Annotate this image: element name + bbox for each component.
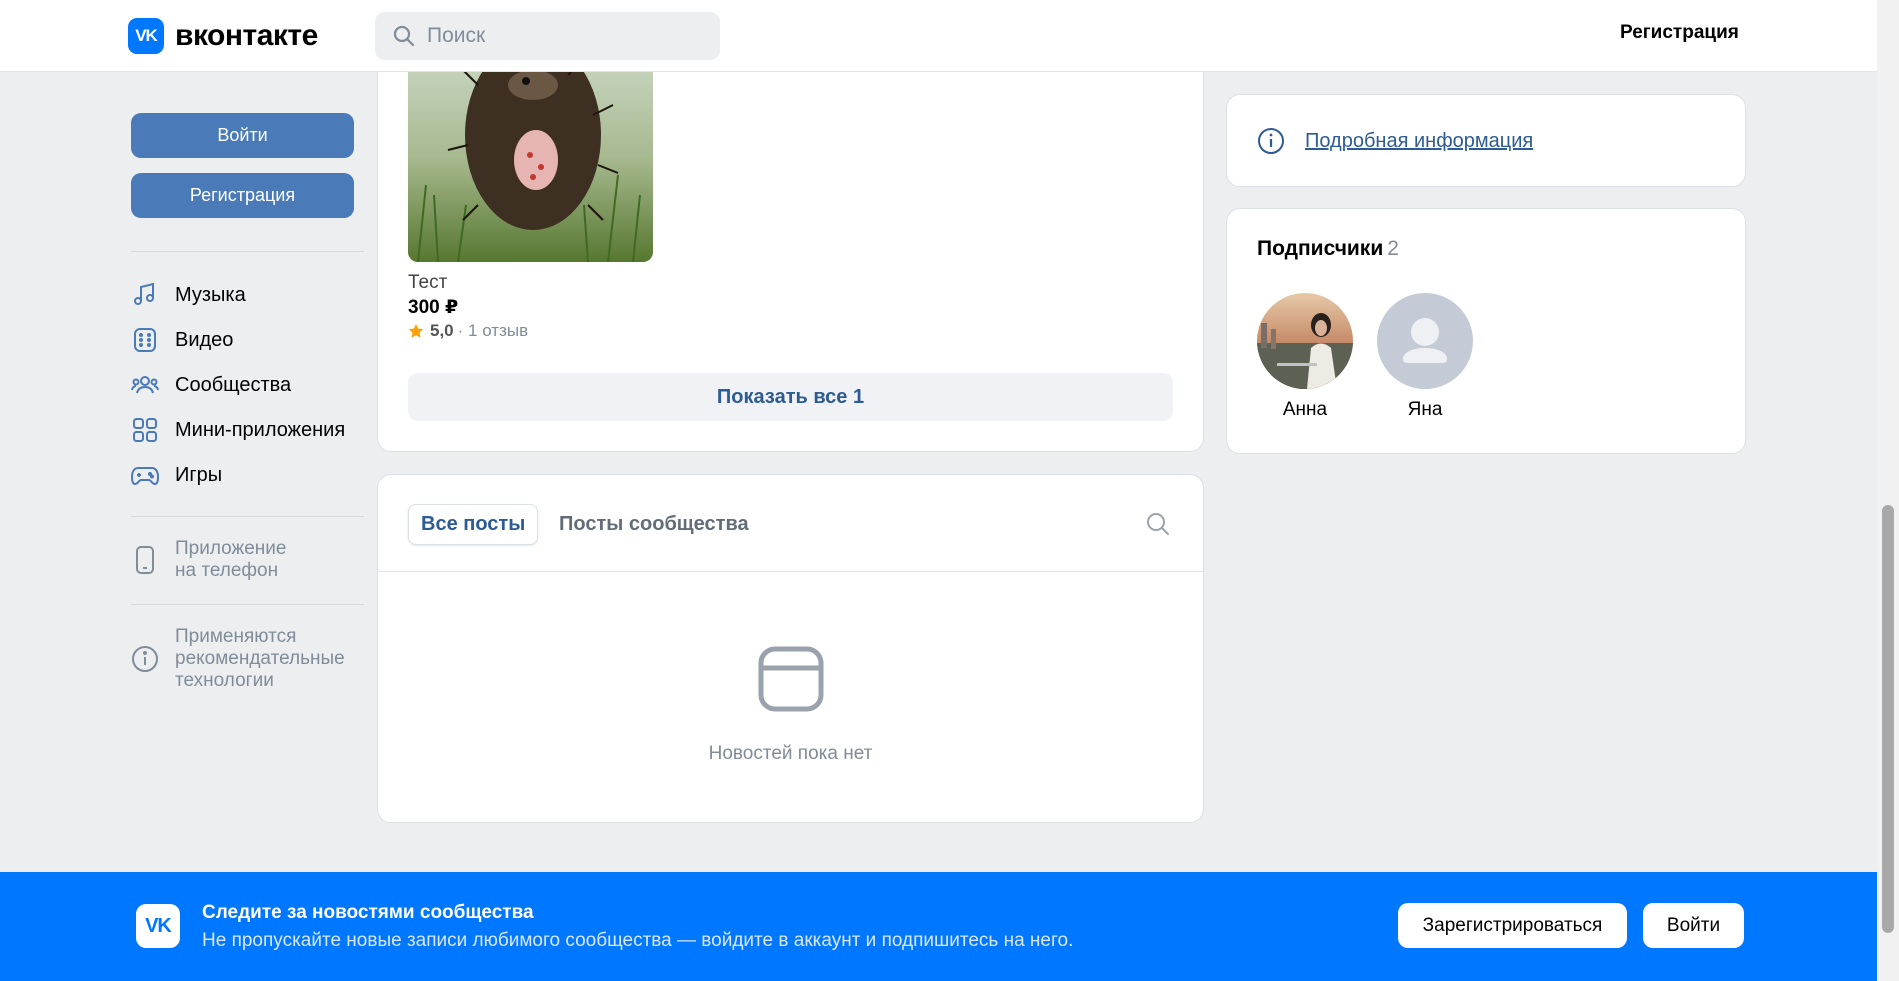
login-button[interactable]: Войти [131, 113, 354, 158]
sidebar-divider [131, 604, 364, 605]
sidebar-item-label: Игры [175, 463, 223, 486]
posts-card: Все посты Посты сообщества Новостей пока… [377, 474, 1204, 823]
signup-promo-bar: VK Следите за новостями сообщества Не пр… [0, 872, 1877, 981]
sidebar-divider [131, 251, 364, 252]
avatar [1377, 293, 1473, 389]
search-icon [393, 25, 415, 47]
video-icon [131, 326, 159, 354]
subscriber-name: Анна [1282, 399, 1328, 420]
subscriber-item[interactable]: Яна [1377, 293, 1473, 421]
detailed-info-link[interactable]: Подробная информация [1305, 130, 1533, 153]
tab-community-posts[interactable]: Посты сообщества [559, 513, 749, 536]
subscribers-card: Подписчики 2 Анна Яна [1226, 208, 1746, 454]
sidebar-item-label: Видео [175, 328, 234, 351]
search-icon[interactable] [1145, 511, 1171, 537]
sidebar-item-label: Мини-приложения [175, 418, 346, 441]
show-all-products-button[interactable]: Показать все 1 [408, 373, 1173, 421]
info-icon [131, 645, 159, 673]
sidebar-phone-app[interactable]: Приложение на телефон [131, 538, 286, 582]
music-icon [131, 281, 159, 309]
vk-logo-mark: VK [128, 18, 164, 54]
product-image[interactable] [408, 55, 653, 262]
product-price: 300 ₽ [408, 297, 459, 318]
product-name[interactable]: Тест [408, 272, 447, 294]
sidebar-item-label: Сообщества [175, 373, 292, 396]
promo-subtitle: Не пропускайте новые записи любимого соо… [202, 930, 1074, 951]
subscriber-name: Яна [1407, 399, 1443, 420]
sidebar-item-mini-apps[interactable]: Мини-приложения [131, 416, 345, 444]
sidebar-item-communities[interactable]: Сообщества [131, 371, 291, 399]
tab-all-posts[interactable]: Все посты [408, 504, 539, 545]
star-icon [408, 324, 424, 338]
review-count: · 1 отзыв [457, 321, 529, 340]
page-scrollbar[interactable] [1877, 0, 1899, 981]
sidebar-item-music[interactable]: Музыка [131, 281, 246, 309]
sidebar-item-games[interactable]: Игры [131, 461, 222, 489]
rating-value: 5,0 [430, 321, 454, 340]
vk-logo-text: вконтакте [175, 19, 318, 52]
register-button[interactable]: Регистрация [131, 173, 354, 218]
phone-app-line1: Приложение [175, 538, 287, 559]
promo-title: Следите за новостями сообщества [202, 902, 534, 923]
subscriber-item[interactable]: Анна [1257, 293, 1353, 421]
search-input[interactable] [427, 24, 707, 48]
sidebar-divider [131, 516, 364, 517]
posts-tabs: Все посты Посты сообщества [378, 475, 1203, 572]
subscribers-title-label: Подписчики [1257, 237, 1384, 260]
empty-feed-text: Новостей пока нет [708, 743, 873, 764]
info-icon [1258, 128, 1284, 154]
phone-app-line2: на телефон [175, 560, 279, 581]
empty-feed-icon [758, 646, 824, 712]
header-register-link[interactable]: Регистрация [1620, 22, 1739, 44]
promo-register-button[interactable]: Зарегистрироваться [1398, 903, 1627, 948]
games-icon [131, 461, 159, 489]
search-box[interactable] [375, 12, 720, 60]
mini-apps-icon [131, 416, 159, 444]
vk-logo-mark: VK [136, 904, 180, 948]
sidebar-recommendation-tech[interactable]: Применяются рекомендательные технологии [131, 626, 345, 692]
rec-tech-line1: Применяются [175, 626, 297, 647]
scrollbar-thumb[interactable] [1882, 505, 1894, 933]
avatar [1257, 293, 1353, 389]
product-rating: 5,0 · 1 отзыв [408, 321, 528, 341]
sidebar-item-video[interactable]: Видео [131, 326, 233, 354]
phone-icon [131, 545, 159, 575]
vk-logo[interactable]: VK вконтакте [128, 18, 318, 54]
subscribers-count: 2 [1387, 237, 1399, 260]
rec-tech-line2: рекомендательные [175, 648, 345, 669]
info-card: Подробная информация [1226, 94, 1746, 187]
top-header: VK вконтакте Регистрация [0, 0, 1877, 72]
subscribers-title[interactable]: Подписчики 2 [1257, 237, 1399, 261]
promo-login-button[interactable]: Войти [1643, 903, 1744, 948]
rec-tech-line3: технологии [175, 670, 274, 691]
sidebar-item-label: Музыка [175, 283, 246, 306]
communities-icon [131, 371, 159, 399]
